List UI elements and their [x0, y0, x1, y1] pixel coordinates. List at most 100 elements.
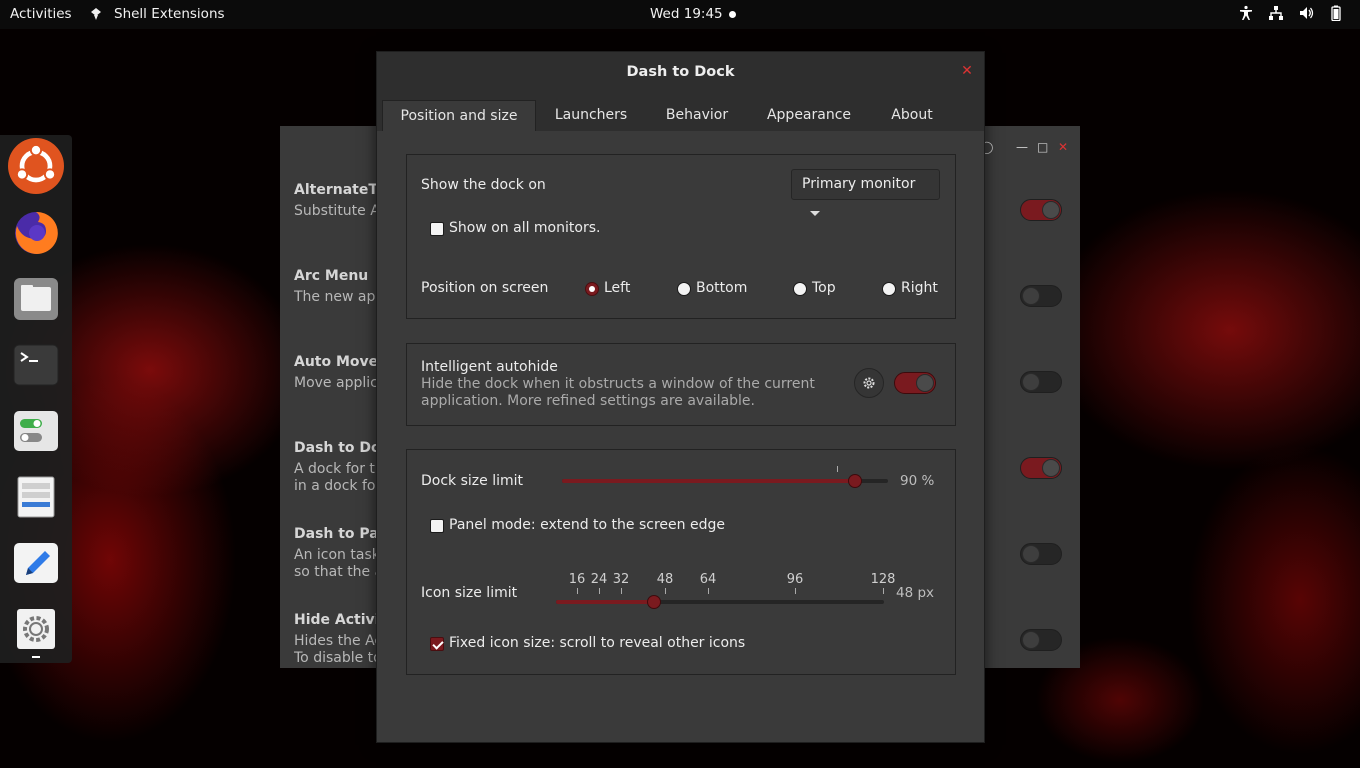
- position-right-radio[interactable]: [882, 282, 896, 296]
- extension-row: Hide Activit Hides the Ac To disable to: [294, 612, 384, 667]
- position-right-label: Right: [901, 280, 938, 296]
- extension-toggle[interactable]: [1020, 457, 1062, 479]
- icon-size-slider[interactable]: [556, 600, 884, 604]
- monitor-dropdown[interactable]: Primary monitor: [791, 169, 940, 216]
- position-top-radio[interactable]: [793, 282, 807, 296]
- position-frame: Show the dock on Primary monitor Show on…: [406, 154, 956, 319]
- gear-icon: [863, 377, 875, 389]
- show-all-monitors-checkbox[interactable]: [430, 222, 444, 236]
- dock-item-software-properties[interactable]: [8, 469, 64, 525]
- notification-dot-icon: [728, 10, 736, 18]
- settings-icon: [17, 609, 55, 649]
- extension-title: AlternateTa: [294, 182, 384, 198]
- dock-item-ubuntu[interactable]: [8, 138, 64, 194]
- extension-toggle[interactable]: [1020, 629, 1062, 651]
- extension-toggle[interactable]: [1020, 285, 1062, 307]
- tab-launchers[interactable]: Launchers: [539, 100, 643, 131]
- dock-item-files[interactable]: [8, 271, 64, 327]
- network-icon[interactable]: [1268, 5, 1284, 21]
- tab-behavior[interactable]: Behavior: [647, 100, 747, 131]
- volume-icon[interactable]: [1298, 5, 1314, 21]
- dock-size-handle[interactable]: [848, 474, 863, 488]
- dock-item-text-editor[interactable]: [8, 535, 64, 591]
- extension-desc: Substitute A: [294, 203, 380, 219]
- extension-row: Dash to Par An icon task so that the a: [294, 526, 384, 581]
- icon-size-mark-tick: [665, 588, 666, 594]
- autohide-title: Intelligent autohide: [421, 359, 558, 375]
- close-button[interactable]: ✕: [960, 64, 974, 78]
- autohide-settings-button[interactable]: [854, 368, 884, 398]
- show-dock-on-label: Show the dock on: [421, 177, 546, 193]
- position-top-label: Top: [812, 280, 836, 296]
- ubuntu-logo-icon: [8, 138, 64, 194]
- extension-desc-line2: in a dock for: [294, 478, 382, 494]
- size-frame: Dock size limit 90 % Panel mode: extend …: [406, 449, 956, 675]
- position-left-radio[interactable]: [585, 282, 599, 296]
- extension-toggle[interactable]: [1020, 199, 1062, 221]
- dock-item-firefox[interactable]: [8, 205, 64, 261]
- icon-size-mark-tick: [795, 588, 796, 594]
- icon-size-mark-label: 128: [870, 572, 896, 587]
- autohide-frame: Intelligent autohide Hide the dock when …: [406, 343, 956, 426]
- dialog-titlebar[interactable]: Dash to Dock ✕: [377, 52, 984, 100]
- show-all-monitors-label: Show on all monitors.: [449, 220, 601, 236]
- extension-title: Auto Move: [294, 354, 379, 370]
- clock[interactable]: Wed 19:45: [650, 6, 736, 22]
- extension-toggle[interactable]: [1020, 371, 1062, 393]
- icon-size-label: Icon size limit: [421, 585, 518, 601]
- extension-desc-line2: so that the a: [294, 564, 384, 580]
- extension-row: Auto Move Move applic: [294, 354, 384, 392]
- icon-size-mark-label: 64: [699, 572, 717, 587]
- system-tray[interactable]: [1238, 5, 1344, 22]
- extension-toggle[interactable]: [1020, 543, 1062, 565]
- icon-size-mark-label: 96: [786, 572, 804, 587]
- autohide-desc-line1: Hide the dock when it obstructs a window…: [421, 376, 815, 392]
- text-editor-icon: [14, 543, 58, 583]
- dock-size-value: 90 %: [900, 473, 935, 489]
- tab-about[interactable]: About: [871, 100, 953, 131]
- app-menu-label: Shell Extensions: [114, 6, 225, 22]
- extension-row: Arc Menu The new app: [294, 268, 384, 306]
- extension-title: Dash to Doc: [294, 440, 384, 456]
- icon-size-mark-tick: [577, 588, 578, 594]
- position-bottom-label: Bottom: [696, 280, 748, 296]
- autohide-switch[interactable]: [894, 372, 936, 394]
- extension-desc: Move applic: [294, 375, 378, 391]
- puzzle-icon: [91, 8, 101, 20]
- dock-size-fill: [562, 479, 856, 483]
- tab-bar: Position and size Launchers Behavior App…: [377, 100, 984, 131]
- dialog-title: Dash to Dock: [626, 64, 735, 80]
- fixed-icon-size-checkbox[interactable]: [430, 637, 444, 651]
- extension-title: Hide Activit: [294, 612, 384, 628]
- dock-item-terminal[interactable]: [8, 337, 64, 393]
- maximize-icon[interactable]: □: [1037, 140, 1048, 154]
- dock-item-extensions[interactable]: [8, 403, 64, 459]
- extension-title: Dash to Par: [294, 526, 384, 542]
- close-icon[interactable]: ✕: [1058, 140, 1068, 154]
- panel-mode-checkbox[interactable]: [430, 519, 444, 533]
- extension-desc: Hides the Ac: [294, 633, 383, 649]
- icon-size-mark-tick: [708, 588, 709, 594]
- dock: [0, 135, 72, 663]
- activities-button[interactable]: Activities: [10, 6, 72, 22]
- battery-icon[interactable]: [1328, 5, 1344, 22]
- position-left-label: Left: [604, 280, 631, 296]
- dock-item-settings[interactable]: [8, 601, 64, 657]
- app-menu[interactable]: Shell Extensions: [88, 6, 225, 22]
- chevron-down-icon: [810, 210, 820, 216]
- terminal-icon: [13, 344, 59, 386]
- position-on-screen-label: Position on screen: [421, 280, 549, 296]
- extension-title: Arc Menu: [294, 268, 369, 284]
- icon-size-handle[interactable]: [647, 595, 662, 609]
- dash-to-dock-dialog: Dash to Dock ✕ Position and size Launche…: [376, 51, 985, 743]
- extension-row: Dash to Doc A dock for th in a dock for: [294, 440, 384, 495]
- tab-position-and-size[interactable]: Position and size: [382, 100, 536, 131]
- extension-desc-line2: To disable to: [294, 650, 382, 666]
- tab-appearance[interactable]: Appearance: [753, 100, 865, 131]
- position-bottom-radio[interactable]: [677, 282, 691, 296]
- minimize-icon[interactable]: —: [1016, 140, 1028, 154]
- extension-desc: An icon task: [294, 547, 380, 563]
- dock-size-slider[interactable]: [562, 479, 888, 483]
- accessibility-icon[interactable]: [1238, 5, 1254, 21]
- dock-size-label: Dock size limit: [421, 473, 523, 489]
